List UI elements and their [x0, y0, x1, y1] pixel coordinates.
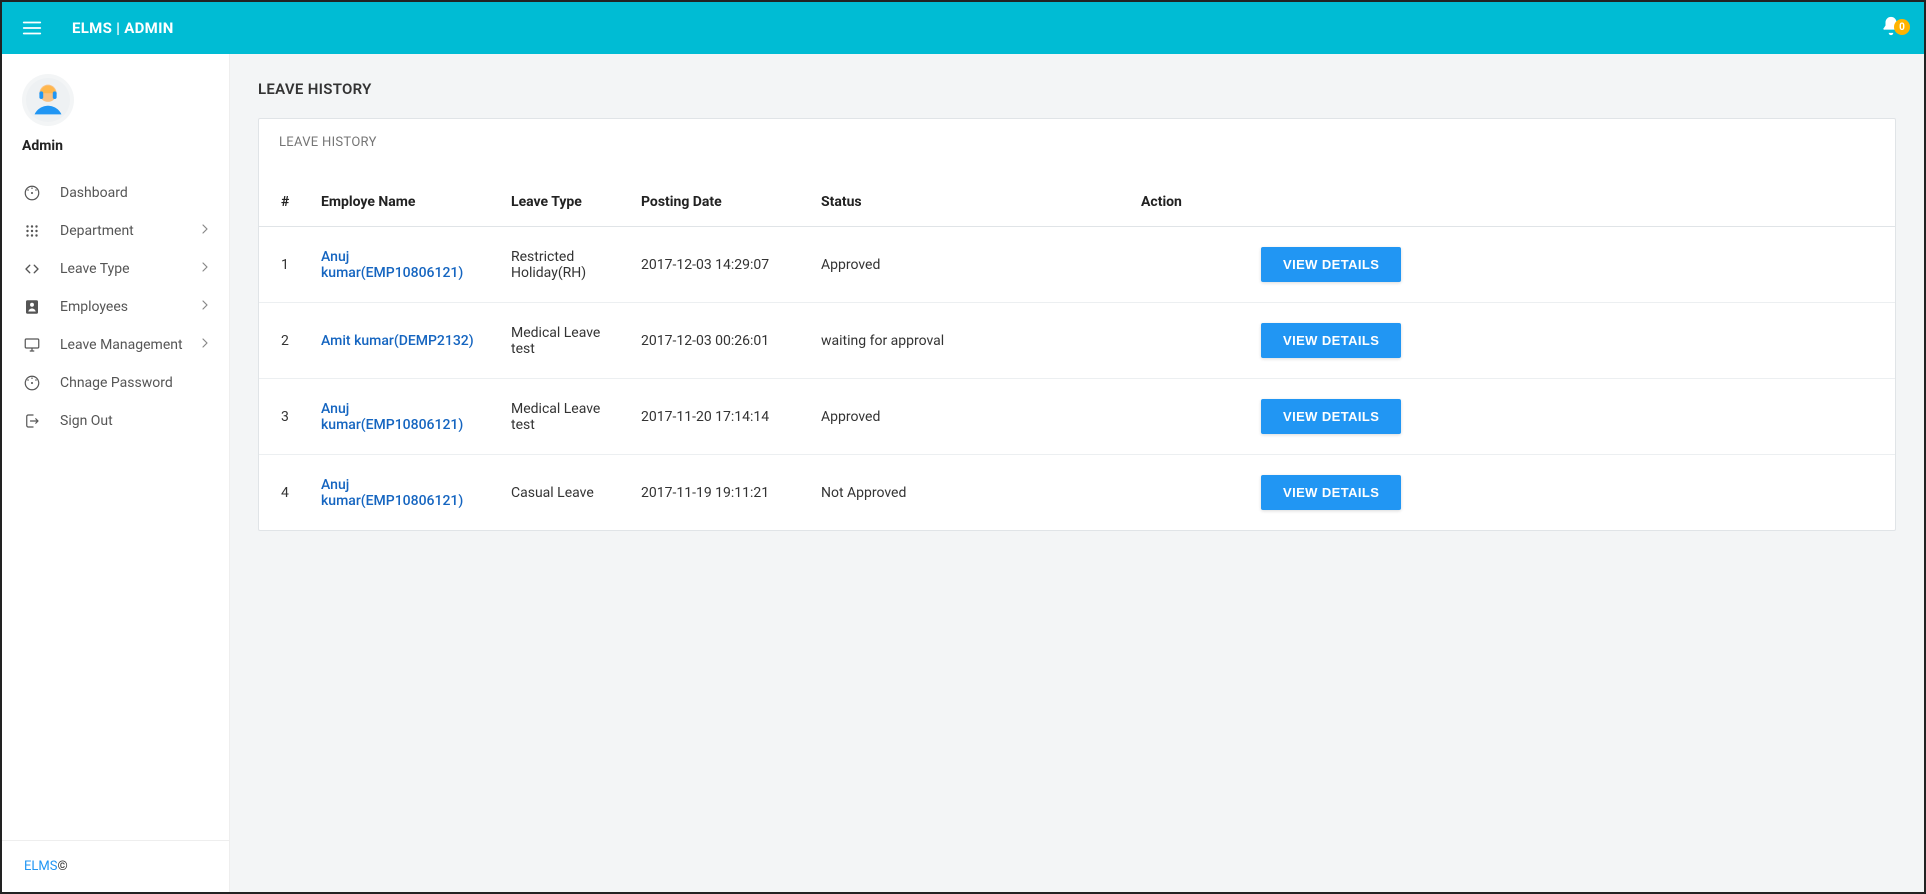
sidebar-nav: Dashboard Department Leave Type Employees Le… — [2, 160, 229, 440]
notifications-badge: 0 — [1894, 19, 1910, 35]
cell-leave-type: Medical Leave test — [497, 303, 627, 379]
cell-index: 2 — [259, 303, 307, 379]
footer-brand-link[interactable]: ELMS — [24, 859, 57, 874]
col-action: Action — [1127, 164, 1895, 227]
sidebar-item-dashboard[interactable]: Dashboard — [6, 174, 225, 212]
cell-index: 1 — [259, 227, 307, 303]
card-title: LEAVE HISTORY — [259, 119, 1895, 150]
avatar — [22, 74, 74, 126]
chevron-right-icon — [197, 335, 213, 355]
sidebar-item-label: Sign Out — [60, 413, 113, 429]
cell-status: Approved — [807, 227, 1127, 303]
sidebar-item-label: Leave Type — [60, 261, 130, 277]
leave-history-table: # Employe Name Leave Type Posting Date S… — [259, 164, 1895, 530]
monitor-icon — [20, 336, 44, 354]
main-content: LEAVE HISTORY LEAVE HISTORY # Employe Na… — [230, 54, 1924, 892]
chevron-right-icon — [197, 297, 213, 317]
cell-status: Approved — [807, 379, 1127, 455]
cell-leave-type: Restricted Holiday(RH) — [497, 227, 627, 303]
footer-copy: © — [57, 859, 67, 874]
view-details-button[interactable]: VIEW DETAILS — [1261, 247, 1401, 282]
table-row: 2 Amit kumar(DEMP2132) Medical Leave test2… — [259, 303, 1895, 379]
employee-link[interactable]: Anuj kumar(EMP10806121) — [321, 249, 463, 281]
cell-status: Not Approved — [807, 455, 1127, 531]
menu-toggle-button[interactable] — [20, 16, 44, 40]
grid-icon — [20, 222, 44, 240]
col-posting-date: Posting Date — [627, 164, 807, 227]
table-row: 3 Anuj kumar(EMP10806121) Medical Leave te… — [259, 379, 1895, 455]
dashboard-icon — [20, 374, 44, 392]
notifications-button[interactable]: 0 — [1880, 25, 1902, 41]
col-employee: Employe Name — [307, 164, 497, 227]
sidebar-item-chnage-password[interactable]: Chnage Password — [6, 364, 225, 402]
view-details-button[interactable]: VIEW DETAILS — [1261, 323, 1401, 358]
sidebar-item-employees[interactable]: Employees — [6, 288, 225, 326]
sidebar-item-sign-out[interactable]: Sign Out — [6, 402, 225, 440]
cell-posting-date: 2017-12-03 00:26:01 — [627, 303, 807, 379]
cell-index: 4 — [259, 455, 307, 531]
sidebar-item-leave-management[interactable]: Leave Management — [6, 326, 225, 364]
chevron-right-icon — [197, 259, 213, 279]
profile-block: Admin — [2, 54, 229, 160]
sidebar-item-label: Leave Management — [60, 337, 183, 353]
view-details-button[interactable]: VIEW DETAILS — [1261, 399, 1401, 434]
sidebar-footer: ELMS© — [2, 840, 229, 892]
employee-link[interactable]: Anuj kumar(EMP10806121) — [321, 401, 463, 433]
account-icon — [20, 298, 44, 316]
employee-link[interactable]: Anuj kumar(EMP10806121) — [321, 477, 463, 509]
cell-posting-date: 2017-11-19 19:11:21 — [627, 455, 807, 531]
page-title: LEAVE HISTORY — [258, 80, 1896, 98]
hamburger-icon — [21, 17, 43, 39]
col-index: # — [259, 164, 307, 227]
sidebar-item-leave-type[interactable]: Leave Type — [6, 250, 225, 288]
sidebar-item-label: Department — [60, 223, 134, 239]
sidebar-item-label: Employees — [60, 299, 128, 315]
profile-name: Admin — [22, 138, 209, 154]
sidebar: Admin Dashboard Department Leave Type Emplo… — [2, 54, 230, 892]
dashboard-icon — [20, 184, 44, 202]
col-status: Status — [807, 164, 1127, 227]
signout-icon — [20, 412, 44, 430]
chevron-right-icon — [197, 221, 213, 241]
col-leave-type: Leave Type — [497, 164, 627, 227]
cell-status: waiting for approval — [807, 303, 1127, 379]
avatar-icon — [25, 77, 71, 123]
topbar: ELMS | ADMIN 0 — [2, 2, 1924, 54]
cell-leave-type: Casual Leave — [497, 455, 627, 531]
table-row: 4 Anuj kumar(EMP10806121) Casual Leave2017… — [259, 455, 1895, 531]
code-icon — [20, 260, 44, 278]
view-details-button[interactable]: VIEW DETAILS — [1261, 475, 1401, 510]
sidebar-item-department[interactable]: Department — [6, 212, 225, 250]
cell-leave-type: Medical Leave test — [497, 379, 627, 455]
sidebar-item-label: Chnage Password — [60, 375, 173, 391]
employee-link[interactable]: Amit kumar(DEMP2132) — [321, 333, 474, 349]
cell-posting-date: 2017-11-20 17:14:14 — [627, 379, 807, 455]
app-brand: ELMS | ADMIN — [72, 19, 174, 37]
cell-posting-date: 2017-12-03 14:29:07 — [627, 227, 807, 303]
table-row: 1 Anuj kumar(EMP10806121) Restricted Holid… — [259, 227, 1895, 303]
sidebar-item-label: Dashboard — [60, 185, 128, 201]
leave-history-card: LEAVE HISTORY # Employe Name Leave Type … — [258, 118, 1896, 531]
cell-index: 3 — [259, 379, 307, 455]
